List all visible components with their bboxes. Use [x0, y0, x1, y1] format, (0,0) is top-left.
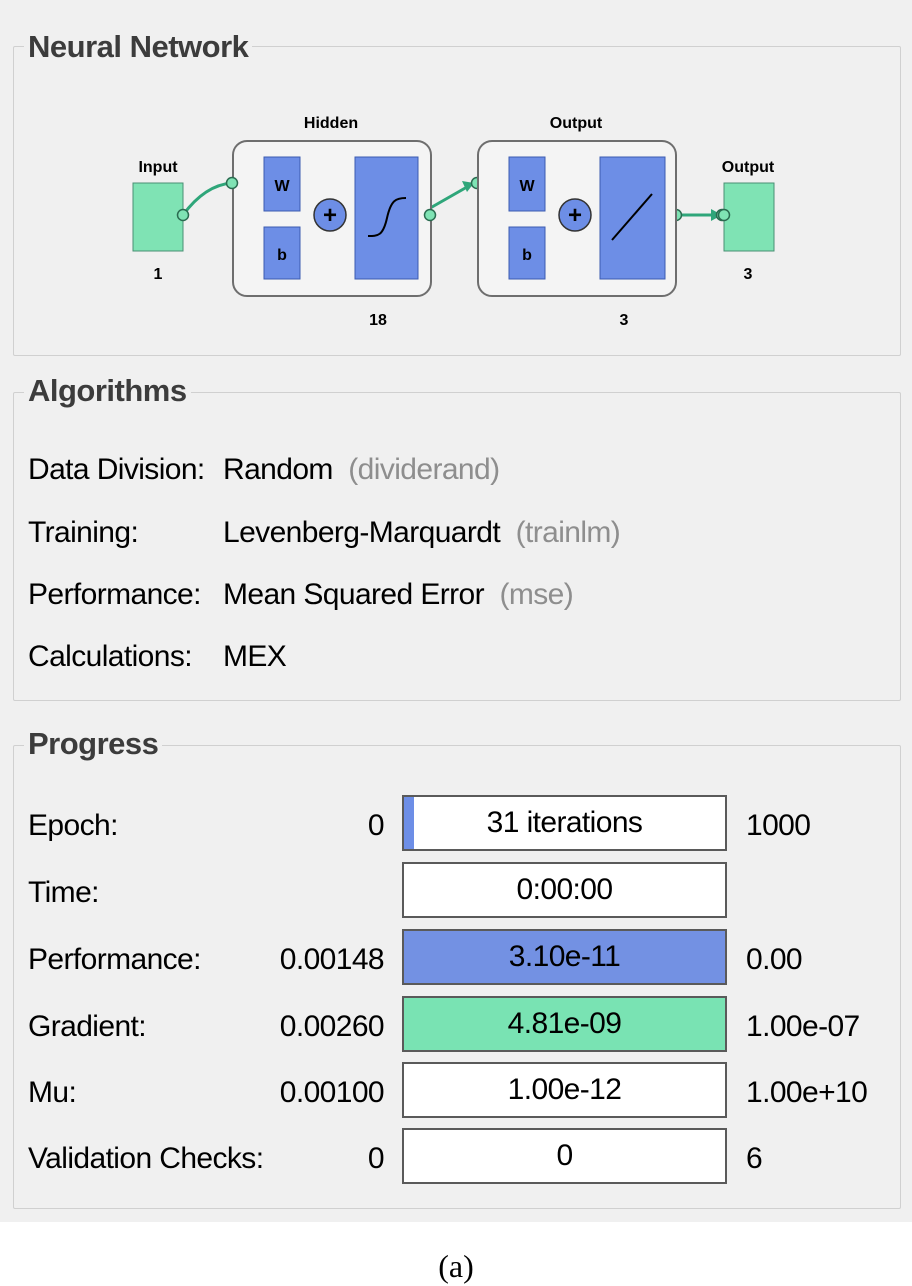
hidden-label: Hidden — [304, 115, 358, 132]
algorithm-row-calculations: Calculations: — [28, 639, 193, 675]
output-layer-size: 3 — [620, 312, 629, 329]
algorithm-value-performance: Mean Squared Error (mse) — [223, 577, 574, 613]
hidden-sum-symbol: + — [323, 202, 337, 229]
progress-max-performance: 0.00 — [746, 943, 803, 976]
algorithm-row-data-division: Data Division: — [28, 452, 205, 488]
output-node — [723, 182, 775, 252]
progress-bar-text: 0 — [556, 1139, 573, 1172]
input-node — [132, 182, 184, 252]
algorithm-label: Performance: — [28, 578, 201, 611]
progress-max-mu: 1.00e+10 — [746, 1076, 868, 1109]
progress-min-validation-checks: 0 — [367, 1142, 385, 1175]
algorithm-row-training: Training: — [28, 515, 139, 551]
output-layer-label: Output — [550, 115, 603, 132]
algorithm-detail: (trainlm) — [515, 516, 621, 549]
progress-min-mu: 0.00100 — [279, 1076, 385, 1109]
progress-bar-validation-checks: 0 — [402, 1128, 727, 1184]
progress-bar-time: 0:00:00 — [402, 862, 727, 918]
algorithm-value: MEX — [223, 640, 287, 673]
progress-min-gradient: 0.00260 — [279, 1010, 385, 1043]
progress-min-performance: 0.00148 — [279, 943, 385, 976]
connector-dot — [717, 208, 731, 222]
input-label: Input — [138, 159, 178, 176]
progress-bar-text: 3.10e-11 — [508, 940, 621, 973]
figure-caption: (a) — [438, 1248, 474, 1284]
progress-bar-mu: 1.00e-12 — [402, 1062, 727, 1118]
connector-dot — [176, 208, 190, 222]
output-sum-symbol: + — [568, 202, 582, 229]
algorithm-row-performance: Performance: — [28, 577, 201, 613]
output-bias-symbol: b — [522, 247, 532, 264]
algorithm-value-training: Levenberg-Marquardt (trainlm) — [223, 515, 621, 551]
progress-label-mu: Mu: — [28, 1076, 77, 1109]
algorithm-value: Mean Squared Error — [223, 578, 485, 611]
output-transfer-block — [599, 156, 666, 280]
algorithm-value: Random — [223, 453, 333, 486]
progress-label-validation-checks: Validation Checks: — [28, 1142, 264, 1175]
progress-bar-epoch: 31 iterations — [402, 795, 727, 851]
progress-bar-text: 4.81e-09 — [507, 1007, 622, 1040]
algorithm-value-calculations: MEX — [223, 639, 287, 675]
progress-label-epoch: Epoch: — [28, 809, 118, 842]
progress-label-gradient: Gradient: — [28, 1010, 147, 1043]
progress-max-gradient: 1.00e-07 — [746, 1010, 860, 1043]
progress-bar-text: 0:00:00 — [516, 873, 614, 906]
progress-max-validation-checks: 6 — [746, 1142, 763, 1175]
algorithm-label: Data Division: — [28, 453, 205, 486]
connector-dot — [423, 208, 437, 222]
algorithm-value: Levenberg-Marquardt — [223, 516, 501, 549]
output-weight-symbol: W — [519, 178, 535, 195]
output-size: 3 — [744, 266, 753, 283]
algorithm-label: Calculations: — [28, 640, 193, 673]
progress-title: Progress — [24, 728, 163, 760]
output-label: Output — [722, 159, 775, 176]
network-diagram: Input 1 Hidden W b + 18 Output W b + 3 O… — [132, 115, 775, 329]
progress-bar-text: 1.00e-12 — [507, 1073, 622, 1106]
progress-bar-text: 31 iterations — [486, 806, 643, 839]
hidden-weight-symbol: W — [274, 178, 290, 195]
progress-min-epoch: 0 — [367, 809, 385, 842]
input-size: 1 — [154, 266, 163, 283]
algorithm-detail: (dividerand) — [348, 453, 500, 486]
progress-bar-gradient: 4.81e-09 — [402, 996, 727, 1052]
hidden-size: 18 — [369, 312, 387, 329]
progress-label-time: Time: — [28, 876, 99, 909]
training-panel: Neural Network Input 1 Hidden W b + 18 O… — [0, 0, 912, 1222]
algorithms-title: Algorithms — [24, 375, 191, 407]
progress-max-epoch: 1000 — [746, 809, 811, 842]
algorithm-detail: (mse) — [499, 578, 574, 611]
progress-bar-performance: 3.10e-11 — [402, 929, 727, 985]
progress-label-performance: Performance: — [28, 943, 201, 976]
algorithm-value-data-division: Random (dividerand) — [223, 452, 500, 488]
hidden-bias-symbol: b — [277, 247, 287, 264]
connector-dot — [225, 176, 239, 190]
algorithm-label: Training: — [28, 516, 139, 549]
